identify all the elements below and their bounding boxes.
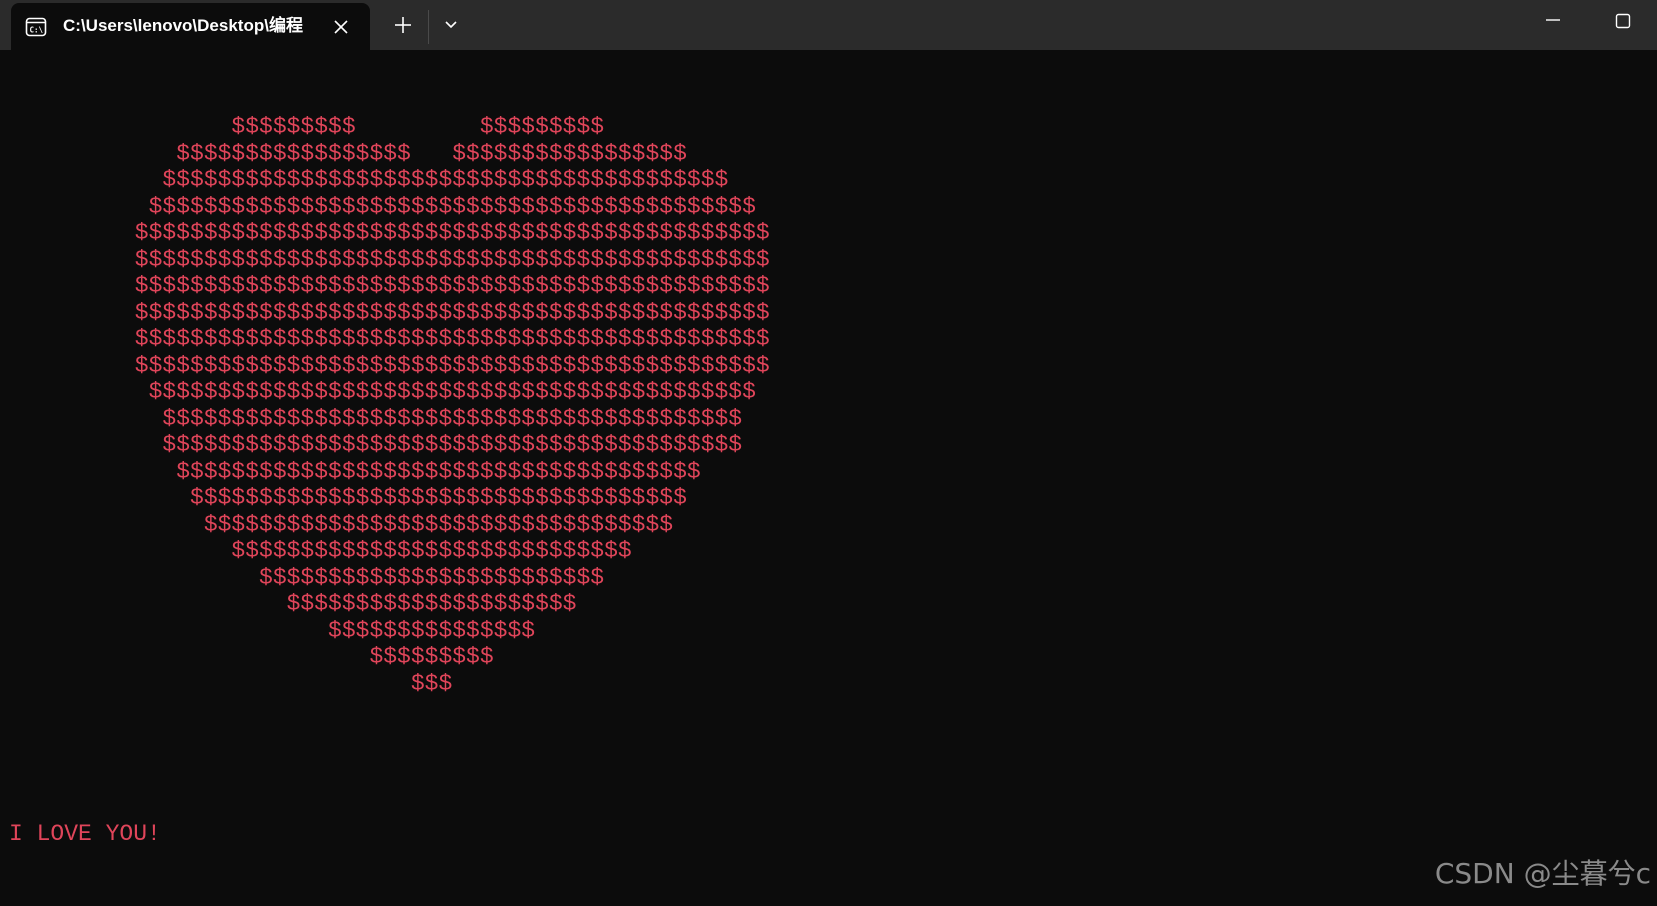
watermark: CSDN @尘暮兮c (1434, 857, 1651, 890)
heart-line: $$$$$$$$$ (121, 644, 494, 670)
heart-line: $$$$$$$$$$$$$$$$$$$$$$$$$$$$$$$$$$$$$$$$… (121, 432, 743, 458)
terminal-icon: C:\ (25, 17, 47, 37)
heart-line: $$$$$$$$$$$$$$$$$$$$$$$$$$$$$$$$$$$$$$$$… (121, 379, 756, 405)
heart-line: $$$$$$$$$ $$$$$$$$$ (121, 114, 605, 140)
divider (428, 10, 429, 44)
heart-line: $$$$$$$$$$$$$$$$$$$$$$$$$$$$$$$$$$$$$$$$… (121, 406, 743, 432)
plus-icon[interactable] (390, 12, 416, 38)
heart-line: $$$$$$$$$$$$$$$$$$$$$$$$$$$$$$$$$$$$$$$$… (121, 194, 756, 220)
close-icon[interactable] (329, 15, 353, 39)
heart-line: $$$$$$$$$$$$$$$$$$$$$$$$$$$$$$$$$$ (121, 512, 674, 538)
love-message: I LOVE YOU! (9, 821, 161, 847)
heart-line: $$$ (121, 671, 453, 697)
maximize-icon[interactable] (1605, 8, 1641, 38)
heart-line: $$$$$$$$$$$$$$$$$$$$$$$$$ (121, 565, 605, 591)
heart-line: $$$$$$$$$$$$$$$$$$$$$$$$$$$$$$$$$$$$$$$$… (121, 220, 770, 246)
heart-line: $$$$$$$$$$$$$$$$$$$$$$$$$$$$$ (121, 538, 632, 564)
title-bar: C:\ C:\Users\lenovo\Desktop\编程 (0, 0, 1657, 50)
heart-line: $$$$$$$$$$$$$$$$$ $$$$$$$$$$$$$$$$$ (121, 141, 687, 167)
terminal-window: C:\ C:\Users\lenovo\Desktop\编程 $$$$$$$$$ (0, 0, 1657, 906)
svg-text:C:\: C:\ (30, 26, 44, 35)
tab-active[interactable]: C:\ C:\Users\lenovo\Desktop\编程 (11, 3, 370, 50)
heart-line: $$$$$$$$$$$$$$$$$$$$$$$$$$$$$$$$$$$$$$$$… (121, 326, 770, 352)
heart-line: $$$$$$$$$$$$$$$$$$$$$$$$$$$$$$$$$$$$$$$$… (121, 167, 729, 193)
chevron-down-icon[interactable] (440, 14, 462, 36)
heart-line: $$$$$$$$$$$$$$$$$$$$$$$$$$$$$$$$$$$$$$ (121, 459, 701, 485)
heart-line: $$$$$$$$$$$$$$$$$$$$$$$$$$$$$$$$$$$$$$$$… (121, 353, 770, 379)
heart-line: $$$$$$$$$$$$$$$$$$$$$$$$$$$$$$$$$$$$ (121, 485, 687, 511)
tab-title: C:\Users\lenovo\Desktop\编程 (63, 16, 303, 35)
heart-line: $$$$$$$$$$$$$$$ (121, 618, 536, 644)
terminal-output[interactable]: $$$$$$$$$ $$$$$$$$$ $$$$$$$$$$$$$$$$$ $$… (0, 50, 1657, 906)
heart-line: $$$$$$$$$$$$$$$$$$$$$ (121, 591, 577, 617)
heart-line: $$$$$$$$$$$$$$$$$$$$$$$$$$$$$$$$$$$$$$$$… (121, 273, 770, 299)
heart-line: $$$$$$$$$$$$$$$$$$$$$$$$$$$$$$$$$$$$$$$$… (121, 247, 770, 273)
minimize-icon[interactable] (1535, 8, 1571, 38)
heart-line: $$$$$$$$$$$$$$$$$$$$$$$$$$$$$$$$$$$$$$$$… (121, 300, 770, 326)
